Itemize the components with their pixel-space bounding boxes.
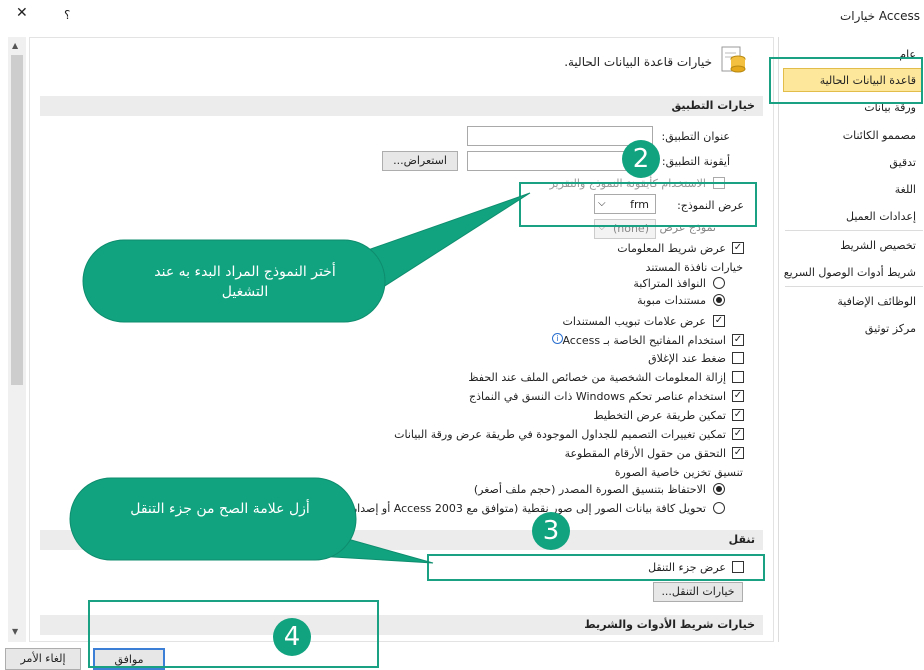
callout-shapes [69,192,531,564]
step-badge-2: 2 [622,140,660,178]
step-badge-4: 4 [273,618,311,656]
callout-1-text: أختر النموذج المراد البدء به عند التشغيل [154,264,336,300]
callout-2-bubble [69,477,357,561]
step-badge-3: 3 [532,512,570,550]
callout-2-text: أزل علامة الصح من جزء التنقل [130,501,310,517]
